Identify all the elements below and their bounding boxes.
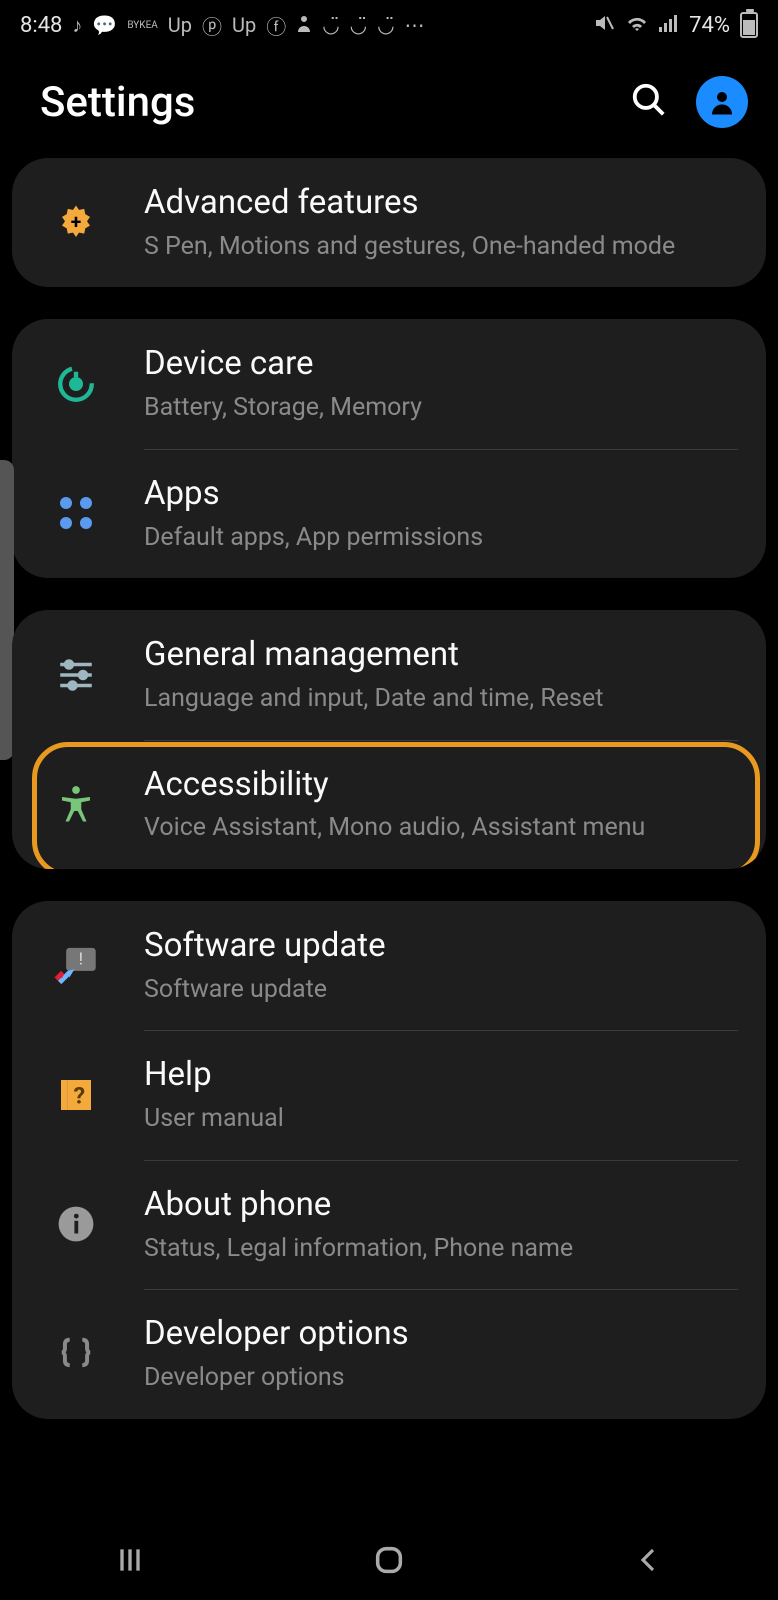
upwork-icon: Up — [232, 13, 256, 37]
chat-icon: 💬 — [92, 13, 117, 37]
item-text: Apps Default apps, App permissions — [144, 473, 738, 554]
settings-item-device-care[interactable]: Device care Battery, Storage, Memory — [12, 319, 766, 448]
search-button[interactable] — [630, 81, 668, 123]
header-actions — [630, 76, 748, 128]
facebook-icon: ⓕ — [266, 11, 286, 40]
item-text: Accessibility Voice Assistant, Mono audi… — [144, 764, 738, 845]
bykea-icon: BYKEA — [127, 20, 157, 31]
person-icon — [296, 13, 312, 37]
settings-item-advanced-features[interactable]: + Advanced features S Pen, Motions and g… — [12, 158, 766, 287]
gear-plus-icon: + — [36, 202, 116, 244]
update-icon: ! — [36, 943, 116, 989]
item-subtitle: Developer options — [144, 1362, 738, 1395]
signal-icon — [659, 13, 679, 37]
item-text: About phone Status, Legal information, P… — [144, 1184, 738, 1265]
item-subtitle: Default apps, App permissions — [144, 522, 738, 555]
settings-item-about-phone[interactable]: About phone Status, Legal information, P… — [12, 1160, 766, 1289]
page-header: Settings — [0, 50, 778, 158]
recents-button[interactable] — [100, 1540, 160, 1580]
svg-text:?: ? — [74, 1081, 86, 1109]
item-text: Device care Battery, Storage, Memory — [144, 343, 738, 424]
item-subtitle: Language and input, Date and time, Reset — [144, 683, 738, 716]
settings-group: + Advanced features S Pen, Motions and g… — [12, 158, 766, 287]
item-title: Advanced features — [144, 182, 738, 225]
settings-group: Device care Battery, Storage, Memory App… — [12, 319, 766, 578]
music-note-icon: ♪ — [72, 13, 82, 38]
item-title: Device care — [144, 343, 738, 386]
status-left: 8:48 ♪ 💬 BYKEA Up ⓟ Up ⓕ ◡̈ ◡̈ ◡̈ ⋯ — [20, 11, 425, 40]
back-button[interactable] — [618, 1540, 678, 1580]
wifi-icon — [625, 13, 649, 37]
page-title: Settings — [40, 78, 195, 127]
account-button[interactable] — [696, 76, 748, 128]
svg-text:+: + — [71, 210, 82, 233]
smile-icon: ◡̈ — [350, 13, 367, 37]
item-text: General management Language and input, D… — [144, 634, 738, 715]
item-text: Developer options Developer options — [144, 1313, 738, 1394]
item-title: Help — [144, 1054, 738, 1097]
item-text: Help User manual — [144, 1054, 738, 1135]
item-title: General management — [144, 634, 738, 677]
settings-item-developer-options[interactable]: Developer options Developer options — [12, 1289, 766, 1418]
accessibility-icon — [36, 783, 116, 825]
help-icon: ? — [36, 1075, 116, 1115]
svg-text:!: ! — [79, 950, 83, 969]
apps-icon — [36, 497, 116, 529]
item-title: Developer options — [144, 1313, 738, 1356]
sliders-icon — [36, 654, 116, 696]
status-time: 8:48 — [20, 13, 62, 38]
settings-item-apps[interactable]: Apps Default apps, App permissions — [12, 449, 766, 578]
settings-item-general-management[interactable]: General management Language and input, D… — [12, 610, 766, 739]
item-subtitle: User manual — [144, 1103, 738, 1136]
item-subtitle: Voice Assistant, Mono audio, Assistant m… — [144, 812, 738, 845]
info-icon — [36, 1205, 116, 1243]
status-bar: 8:48 ♪ 💬 BYKEA Up ⓟ Up ⓕ ◡̈ ◡̈ ◡̈ ⋯ 74% — [0, 0, 778, 50]
pinterest-icon: ⓟ — [202, 11, 222, 40]
smile-icon: ◡̈ — [322, 13, 339, 37]
settings-item-software-update[interactable]: ! Software update Software update — [12, 901, 766, 1030]
battery-icon — [740, 12, 758, 38]
item-subtitle: Software update — [144, 974, 738, 1007]
settings-item-accessibility[interactable]: Accessibility Voice Assistant, Mono audi… — [12, 740, 766, 869]
settings-group: ! Software update Software update ? Help… — [12, 901, 766, 1419]
upwork-icon: Up — [168, 13, 192, 37]
item-subtitle: S Pen, Motions and gestures, One-handed … — [144, 231, 738, 264]
braces-icon — [36, 1335, 116, 1373]
navigation-bar — [0, 1520, 778, 1600]
status-right: 74% — [593, 12, 758, 38]
mute-vibrate-icon — [593, 13, 615, 38]
item-text: Advanced features S Pen, Motions and ges… — [144, 182, 738, 263]
item-text: Software update Software update — [144, 925, 738, 1006]
item-subtitle: Battery, Storage, Memory — [144, 392, 738, 425]
settings-item-help[interactable]: ? Help User manual — [12, 1030, 766, 1159]
settings-list: + Advanced features S Pen, Motions and g… — [0, 158, 778, 1419]
device-care-icon — [36, 363, 116, 405]
more-icon: ⋯ — [405, 13, 425, 37]
smile-icon: ◡̈ — [377, 13, 394, 37]
item-title: Accessibility — [144, 764, 738, 807]
item-subtitle: Status, Legal information, Phone name — [144, 1233, 738, 1266]
item-title: About phone — [144, 1184, 738, 1227]
battery-percent: 74% — [689, 13, 730, 38]
settings-group: General management Language and input, D… — [12, 610, 766, 869]
home-button[interactable] — [359, 1540, 419, 1580]
item-title: Apps — [144, 473, 738, 516]
item-title: Software update — [144, 925, 738, 968]
